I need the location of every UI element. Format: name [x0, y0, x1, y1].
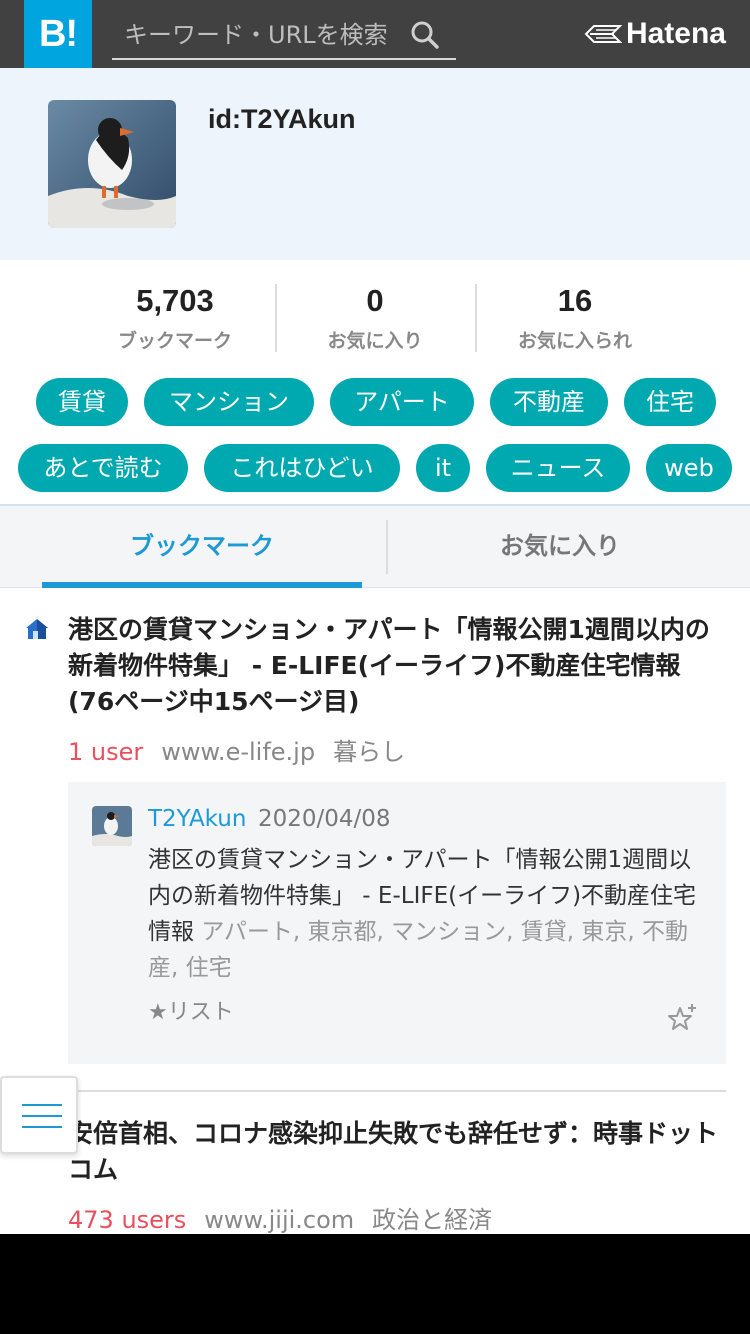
hatena-mark-icon — [584, 25, 622, 43]
entry-title[interactable]: 港区の賃貸マンション・アパート「情報公開1週間以内の新着物件特集」 - E-LI… — [68, 612, 718, 720]
stat-favorites[interactable]: 0 お気に入り — [275, 284, 475, 352]
comment-date[interactable]: 2020/04/08 — [258, 806, 391, 832]
stat-bookmarks[interactable]: 5,703 ブックマーク — [75, 283, 275, 353]
tag-chip[interactable]: これはひどい — [204, 444, 400, 492]
bookmark-comment: T2YAkun 2020/04/08 港区の賃貸マンション・アパート「情報公開1… — [68, 782, 726, 1064]
tag-chip[interactable]: ニュース — [486, 444, 630, 492]
hamburger-menu-button[interactable] — [0, 1076, 78, 1154]
search-icon[interactable] — [410, 20, 440, 50]
menu-line — [22, 1104, 62, 1106]
menu-line — [22, 1115, 62, 1117]
tab-bookmarks[interactable]: ブックマーク — [42, 506, 362, 588]
tag-chip[interactable]: 住宅 — [624, 378, 716, 426]
house-icon — [26, 619, 48, 639]
tag-chip[interactable]: 賃貸 — [36, 378, 128, 426]
tag-chip[interactable]: アパート — [330, 378, 474, 426]
tag-row: あとで読む これはひどい it ニュース web — [0, 444, 750, 492]
entry-domain[interactable]: www.e-life.jp — [161, 738, 315, 766]
stat-favorited-by[interactable]: 16 お気に入られ — [475, 284, 675, 352]
search-box — [112, 10, 456, 60]
tab-bar: ブックマーク お気に入り — [0, 504, 750, 588]
entry-users-count[interactable]: 473 users — [68, 1206, 186, 1234]
puffin-avatar-image — [48, 100, 176, 228]
brand-name: Hatena — [625, 17, 726, 50]
tab-favorites[interactable]: お気に入り — [388, 506, 732, 588]
tag-chip[interactable]: マンション — [144, 378, 314, 426]
entry-domain[interactable]: www.jiji.com — [204, 1206, 354, 1234]
entry-title[interactable]: 安倍首相、コロナ感染抑止失敗でも辞任せず：時事ドットコム — [68, 1116, 718, 1188]
entry-separator — [68, 1090, 726, 1092]
menu-line — [22, 1126, 62, 1128]
tag-row: 賃貸 マンション アパート 不動産 住宅 — [0, 378, 750, 426]
stat-label: お気に入られ — [517, 330, 632, 352]
commenter-avatar[interactable] — [92, 806, 132, 846]
stat-number: 5,703 — [136, 283, 214, 318]
stat-number: 0 — [366, 283, 384, 318]
comment-body: 港区の賃貸マンション・アパート「情報公開1週間以内の新着物件特集」 - E-LI… — [148, 842, 704, 986]
tag-chip[interactable]: web — [646, 444, 732, 492]
stat-number: 16 — [557, 283, 593, 318]
entry-users-count[interactable]: 1 user — [68, 738, 143, 766]
entry-meta: 1 user www.e-life.jp 暮らし — [68, 732, 405, 767]
hatena-bookmark-logo[interactable]: B! — [24, 0, 92, 68]
stat-label: ブックマーク — [117, 330, 232, 352]
entry-category[interactable]: 政治と経済 — [372, 1206, 492, 1234]
profile-avatar[interactable] — [48, 100, 176, 228]
comment-username[interactable]: T2YAkun — [148, 806, 246, 832]
entry-meta: 473 users www.jiji.com 政治と経済 — [68, 1200, 492, 1234]
tag-chip[interactable]: it — [416, 444, 470, 492]
hatena-brand[interactable]: Hatena — [584, 16, 726, 52]
star-list-button[interactable]: ★リスト — [148, 994, 234, 1026]
stat-label: お気に入り — [327, 330, 423, 352]
tag-chip[interactable]: 不動産 — [490, 378, 608, 426]
profile-id: id:T2YAkun — [208, 104, 356, 134]
tag-chip[interactable]: あとで読む — [18, 444, 188, 492]
page: B! Hatena — [0, 0, 750, 1234]
puffin-avatar-image — [92, 806, 132, 846]
stats-bar: 5,703 ブックマーク 0 お気に入り 16 お気に入られ — [75, 284, 675, 352]
search-input[interactable] — [124, 18, 404, 52]
profile-header: id:T2YAkun — [0, 68, 750, 260]
top-bar: B! Hatena — [0, 0, 750, 68]
add-star-icon[interactable] — [666, 1002, 698, 1034]
comment-tags[interactable]: アパート, 東京都, マンション, 賃貸, 東京, 不動産, 住宅 — [148, 919, 688, 981]
entry-category[interactable]: 暮らし — [333, 738, 405, 766]
